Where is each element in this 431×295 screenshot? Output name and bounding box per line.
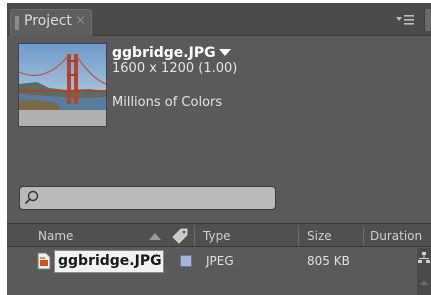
column-name[interactable]: Name [38, 229, 73, 243]
row-name: ggbridge.JPG [58, 253, 162, 269]
column-size[interactable]: Size [307, 229, 332, 243]
row-size: 805 KB [307, 254, 350, 268]
preview-colors: Millions of Colors [112, 95, 223, 110]
label-tag-icon[interactable] [170, 226, 190, 246]
flowchart-icon[interactable] [418, 252, 430, 266]
column-separator[interactable] [194, 226, 195, 246]
search-icon [24, 190, 39, 205]
column-separator[interactable] [298, 226, 299, 246]
tab-project[interactable]: Project × [10, 9, 92, 36]
dropdown-arrow-icon[interactable] [218, 49, 231, 57]
scroll-up-icon[interactable] [419, 278, 429, 286]
row-type: JPEG [206, 254, 234, 268]
project-panel: Project × ggbridge.JPG 1600 x 1200 (1.00… [7, 3, 431, 295]
tab-label: Project [24, 13, 72, 29]
search-field[interactable] [19, 186, 276, 210]
column-duration[interactable]: Duration [370, 229, 422, 243]
vertical-scrollbar[interactable] [417, 248, 431, 295]
row-name-cell[interactable]: ggbridge.JPG [54, 250, 164, 273]
search-input[interactable] [44, 189, 272, 207]
sort-arrow-icon[interactable] [148, 231, 162, 241]
file-icon [37, 252, 51, 270]
column-separator[interactable] [363, 226, 364, 246]
panel-bottom-area [7, 275, 417, 295]
preview-filename[interactable]: ggbridge.JPG [112, 45, 237, 61]
tab-grip-icon[interactable] [15, 16, 19, 30]
preview-thumbnail [18, 43, 107, 127]
preview-dimensions: 1600 x 1200 (1.00) [112, 61, 238, 76]
tab-bar: Project × [7, 3, 431, 36]
table-row[interactable]: ggbridge.JPG JPEG 805 KB [7, 248, 417, 275]
preview-info: ggbridge.JPG 1600 x 1200 (1.00) [112, 45, 237, 77]
panel-edge [424, 9, 431, 31]
column-type[interactable]: Type [203, 229, 231, 243]
tab-close-icon[interactable]: × [75, 13, 86, 28]
column-header-row: Name Type Size Duration [7, 223, 431, 247]
preview-filename-text: ggbridge.JPG [112, 45, 216, 61]
label-color-swatch[interactable] [180, 255, 192, 267]
panel-menu-icon[interactable] [392, 11, 418, 29]
